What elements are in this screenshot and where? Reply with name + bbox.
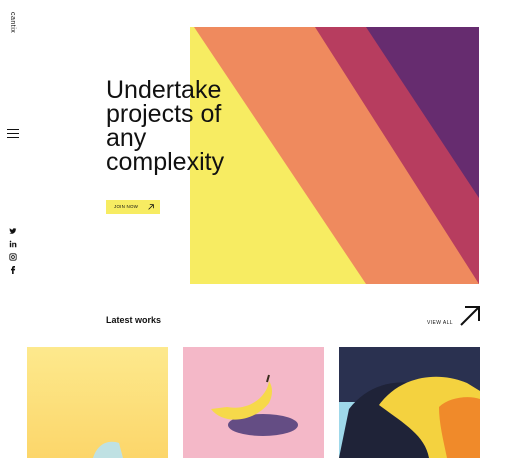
join-now-label: JOIN NOW — [114, 204, 139, 209]
twitter-icon[interactable] — [9, 227, 17, 235]
hero-title: Undertake projects of any complexity — [106, 76, 225, 176]
latest-works-heading: Latest works — [106, 315, 162, 325]
social-links — [9, 227, 17, 279]
facebook-icon[interactable] — [9, 266, 17, 274]
linkedin-icon[interactable] — [9, 240, 17, 248]
view-all-link[interactable]: VIEW ALL — [427, 320, 453, 326]
work-card-3[interactable] — [339, 347, 480, 458]
instagram-icon[interactable] — [9, 253, 17, 261]
work-card-2[interactable] — [183, 347, 324, 458]
brand-logo[interactable]: cantix — [9, 12, 16, 33]
arrow-up-right-icon[interactable] — [459, 305, 481, 332]
arrow-up-right-icon — [148, 204, 154, 210]
join-now-button[interactable]: JOIN NOW — [106, 200, 160, 214]
work-card-1[interactable] — [27, 347, 168, 458]
menu-icon[interactable] — [7, 129, 19, 139]
